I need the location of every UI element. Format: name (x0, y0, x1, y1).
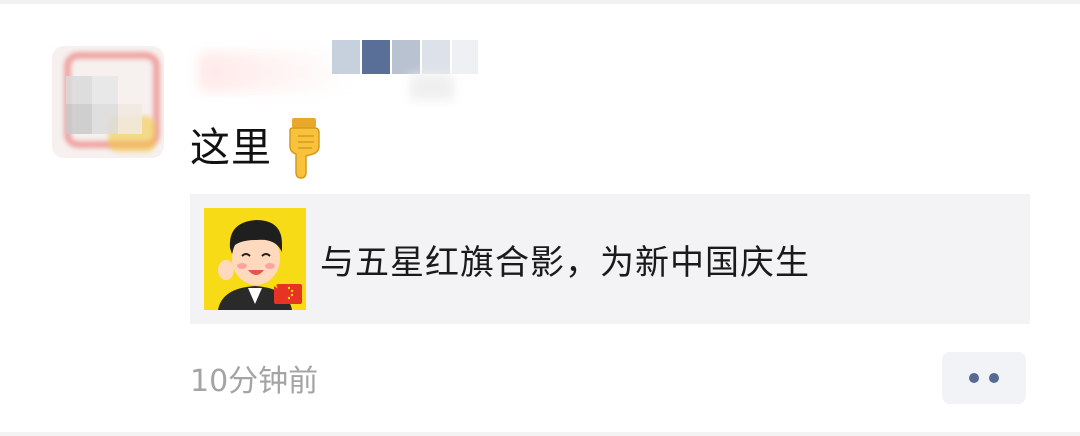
link-card[interactable]: 与五星红旗合影，为新中国庆生 (190, 194, 1030, 324)
avatar-pixel (118, 104, 142, 134)
name-blur-block (452, 40, 478, 74)
avatar-pixel (92, 76, 118, 104)
cartoon-man-with-china-flag-icon (204, 208, 306, 310)
post-text: 这里 (190, 118, 324, 179)
name-blur-tail (410, 74, 454, 100)
link-card-title: 与五星红旗合影，为新中国庆生 (320, 242, 810, 283)
author-avatar[interactable] (52, 46, 164, 158)
post-timestamp: 10分钟前 (190, 364, 319, 399)
avatar-pixel (92, 104, 118, 134)
more-dots-icon (969, 373, 979, 383)
name-blur-block (422, 40, 450, 74)
top-divider (0, 0, 1080, 4)
more-options-button[interactable] (942, 352, 1026, 404)
bottom-divider (0, 432, 1080, 436)
name-blur-block (392, 40, 420, 74)
avatar-pixel (66, 76, 92, 104)
name-blur-block (362, 40, 390, 74)
pointing-down-hand-icon (284, 116, 324, 180)
more-dots-icon (989, 373, 999, 383)
name-blur-block (332, 40, 360, 74)
post-text-label: 这里 (190, 125, 272, 171)
avatar-pixel (66, 104, 92, 134)
author-name-blurred[interactable] (190, 34, 478, 104)
